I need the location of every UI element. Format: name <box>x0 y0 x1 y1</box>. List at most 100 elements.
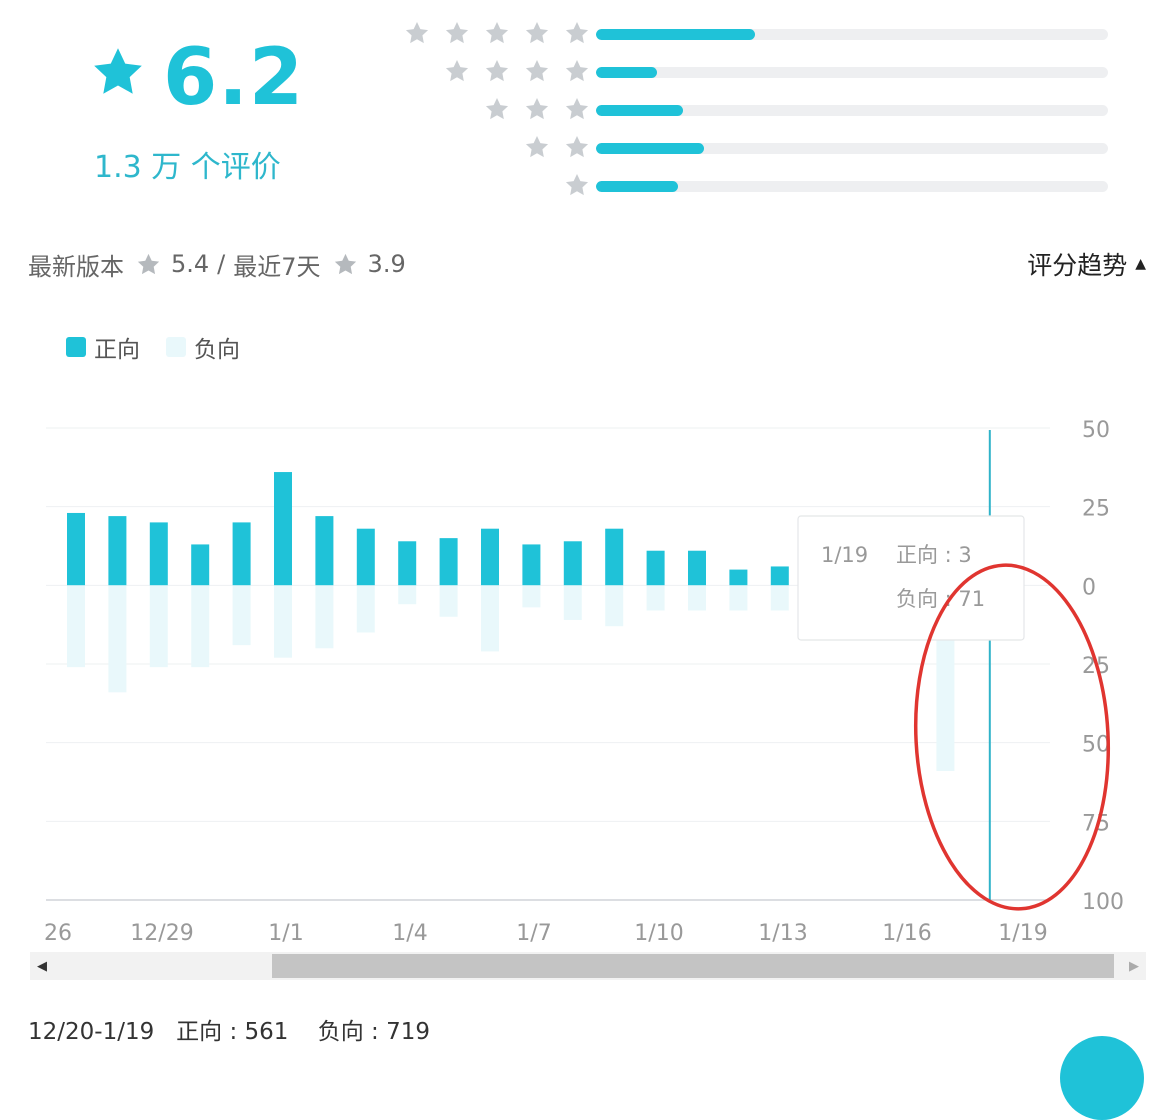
legend-label-negative: 负向 <box>194 337 240 363</box>
separator: / <box>217 250 226 278</box>
rating-row-bar-fill <box>596 29 755 40</box>
chart-legend: 正向 负向 <box>66 330 266 364</box>
rating-trend-chart[interactable]: 5025025507510026 12/29 1/1 1/4 1/7 1/10 1/13 1/… <box>0 400 1164 950</box>
bar-positive <box>688 550 706 586</box>
bar-negative <box>398 585 417 605</box>
floating-action-button[interactable] <box>1060 1036 1144 1120</box>
star-icon <box>334 253 356 274</box>
star-icon <box>565 173 589 196</box>
bar-positive <box>108 516 127 586</box>
tooltip-negative: 负向 : 71 <box>896 587 985 611</box>
chart-scrollbar[interactable]: ◀ ▶ <box>30 952 1146 980</box>
latest-version-score: 5.4 <box>171 250 210 278</box>
bar-positive <box>356 528 375 586</box>
star-icon <box>565 21 589 44</box>
scrollbar-thumb[interactable] <box>272 954 1114 978</box>
star-icon <box>485 59 509 82</box>
legend-swatch-positive <box>66 337 86 357</box>
bar-negative <box>356 585 375 633</box>
y-tick-label: 50 <box>1082 733 1110 758</box>
y-tick-label: 50 <box>1082 418 1110 443</box>
x-tick-label: 1/16 <box>882 921 931 946</box>
star-icon <box>565 135 589 158</box>
rating-row-bar-track <box>596 181 1108 192</box>
rating-row-1-star <box>380 172 1120 202</box>
y-tick-label: 25 <box>1082 497 1110 522</box>
legend-item-positive[interactable]: 正向 <box>66 330 140 364</box>
rating-row-stars <box>444 58 590 88</box>
rating-row-bar-fill <box>596 181 678 192</box>
y-tick-label: 0 <box>1082 575 1096 600</box>
tooltip-box <box>797 515 1025 641</box>
x-tick-label: 1/19 <box>998 921 1047 946</box>
star-icon <box>485 97 509 120</box>
bar-negative <box>770 585 789 611</box>
rating-row-3-star <box>380 96 1120 126</box>
star-icon <box>525 21 549 44</box>
rating-star-icon <box>94 48 142 94</box>
bar-positive <box>646 550 665 586</box>
star-icon <box>565 97 589 120</box>
bar-negative <box>605 585 624 627</box>
bar-negative <box>232 585 251 646</box>
rating-trend-label: 评分趋势 <box>1027 251 1128 280</box>
bar-positive <box>398 541 417 586</box>
rating-row-bar-fill <box>596 67 658 78</box>
y-tick-label: 100 <box>1082 890 1124 915</box>
summary-date-range: 12/20-1/19 <box>28 1019 155 1045</box>
rating-row-stars <box>564 172 590 202</box>
version-rating-line: 最新版本 5.4 / 最近7天 3.9 <box>28 246 406 282</box>
bar-positive <box>563 541 582 586</box>
x-tick-label: 1/7 <box>516 921 551 946</box>
bar-positive <box>67 512 85 586</box>
star-icon <box>137 253 160 274</box>
rating-row-2-star <box>380 134 1120 164</box>
bar-negative <box>563 585 582 620</box>
review-count: 1.3 万 个评价 <box>94 150 281 185</box>
star-icon <box>525 135 549 158</box>
bar-negative <box>149 585 168 668</box>
summary-positive-count: 正向 : 561 <box>176 1019 289 1045</box>
rating-row-stars <box>524 134 590 164</box>
bar-negative <box>688 585 706 611</box>
legend-swatch-negative <box>166 337 186 357</box>
star-icon <box>445 59 469 82</box>
bar-positive <box>232 522 251 586</box>
tooltip-positive: 正向 : 3 <box>896 543 972 567</box>
bar-negative <box>646 585 665 611</box>
rating-trend-toggle[interactable]: 评分趋势 ▲ <box>1027 246 1146 282</box>
recent-7-days-label: 最近7天 <box>233 252 321 281</box>
legend-item-negative[interactable]: 负向 <box>166 330 240 364</box>
scroll-left-icon[interactable]: ◀ <box>30 952 54 980</box>
bar-negative <box>729 585 748 611</box>
rating-row-bar-track <box>596 143 1108 154</box>
rating-row-4-star <box>380 58 1120 88</box>
rating-row-5-star <box>380 20 1120 50</box>
caret-up-icon: ▲ <box>1135 256 1146 272</box>
bar-positive <box>439 538 458 586</box>
legend-label-positive: 正向 <box>94 337 140 363</box>
bar-negative <box>481 585 499 652</box>
star-icon <box>525 59 549 82</box>
rating-row-stars <box>404 20 590 50</box>
rating-row-bar-track <box>596 105 1108 116</box>
rating-row-bar-fill <box>596 105 684 116</box>
bar-negative <box>439 585 458 617</box>
rating-row-bar-fill <box>596 143 704 154</box>
bar-negative <box>67 585 85 668</box>
bar-negative <box>274 585 292 658</box>
bar-negative <box>522 585 541 608</box>
bar-positive <box>729 569 748 586</box>
rating-score: 6.2 <box>163 33 305 123</box>
rating-row-bar-track <box>596 67 1108 78</box>
bar-positive <box>315 516 334 586</box>
bar-positive <box>522 544 541 586</box>
x-tick-label: 12/29 <box>130 921 193 946</box>
bar-positive <box>605 528 624 586</box>
latest-version-label: 最新版本 <box>28 252 124 281</box>
x-tick-label: 1/13 <box>758 921 807 946</box>
star-icon <box>445 21 469 44</box>
x-tick-label: 1/1 <box>268 921 303 946</box>
scroll-right-icon[interactable]: ▶ <box>1122 952 1146 980</box>
star-icon <box>485 21 509 44</box>
